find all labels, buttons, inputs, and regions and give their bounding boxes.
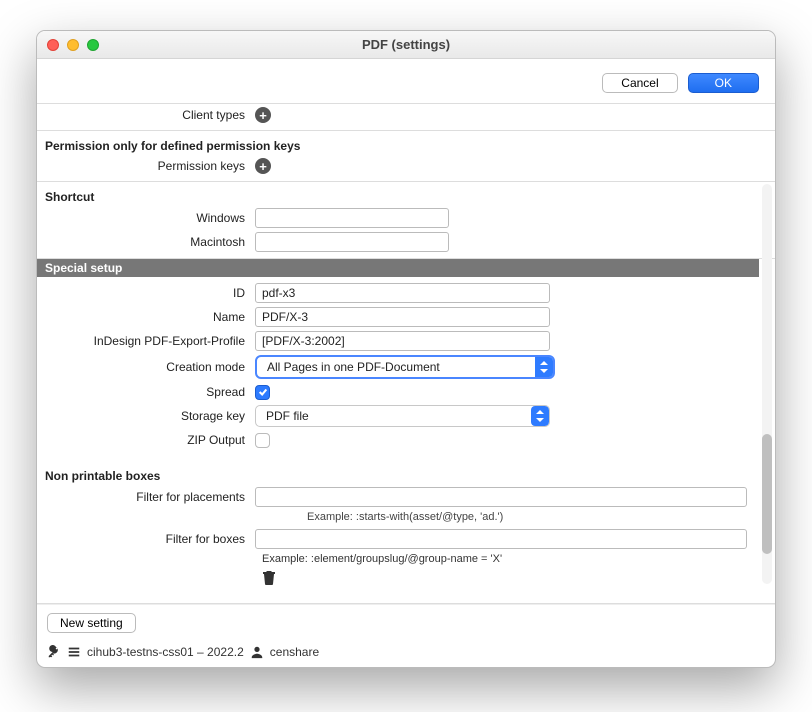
- storage-value: PDF file: [256, 409, 531, 423]
- add-perm-key-icon[interactable]: +: [255, 158, 271, 174]
- status-server: cihub3-testns-css01 – 2022.2: [87, 645, 244, 659]
- window: PDF (settings) Cancel OK Client types + …: [36, 30, 776, 668]
- user-icon: [250, 645, 264, 659]
- nonprint-title: Non printable boxes: [37, 465, 775, 485]
- zip-checkbox[interactable]: [255, 433, 270, 448]
- creation-mode-label: Creation mode: [37, 360, 255, 374]
- name-label: Name: [37, 310, 255, 324]
- filter-boxes-label: Filter for boxes: [37, 532, 255, 546]
- windows-input[interactable]: [255, 208, 449, 228]
- ok-button[interactable]: OK: [688, 73, 759, 93]
- filter-placements-label: Filter for placements: [37, 490, 255, 504]
- status-user: censhare: [270, 645, 319, 659]
- filter-placements-input[interactable]: [255, 487, 747, 507]
- chevron-updown-icon: [531, 406, 549, 426]
- filter-placements-example: Example: :starts-with(asset/@type, 'ad.'…: [37, 509, 775, 523]
- profile-input[interactable]: [255, 331, 550, 351]
- shortcut-title: Shortcut: [37, 186, 775, 206]
- spread-label: Spread: [37, 385, 255, 399]
- scrollbar-thumb[interactable]: [762, 434, 772, 554]
- windows-label: Windows: [37, 211, 255, 225]
- mac-label: Macintosh: [37, 235, 255, 249]
- zip-label: ZIP Output: [37, 433, 255, 447]
- window-title: PDF (settings): [37, 37, 775, 52]
- creation-mode-select[interactable]: All Pages in one PDF-Document: [255, 355, 555, 379]
- client-types-label: Client types: [37, 108, 255, 122]
- chevron-updown-icon: [535, 357, 553, 377]
- delete-icon[interactable]: [262, 569, 775, 588]
- special-setup-band: Special setup: [37, 259, 759, 277]
- cancel-button[interactable]: Cancel: [602, 73, 677, 93]
- scrollbar[interactable]: [762, 184, 772, 584]
- add-client-type-icon[interactable]: +: [255, 107, 271, 123]
- footer: New setting: [37, 604, 775, 641]
- id-label: ID: [37, 286, 255, 300]
- creation-mode-value: All Pages in one PDF-Document: [257, 360, 535, 374]
- storage-label: Storage key: [37, 409, 255, 423]
- new-setting-button[interactable]: New setting: [47, 613, 136, 633]
- perm-keys-label: Permission keys: [37, 159, 255, 173]
- header-buttons: Cancel OK: [37, 59, 775, 104]
- key-icon: [47, 645, 61, 659]
- perm-keys-title: Permission only for defined permission k…: [37, 135, 775, 155]
- spread-checkbox[interactable]: [255, 385, 270, 400]
- storage-select[interactable]: PDF file: [255, 405, 550, 427]
- id-input[interactable]: [255, 283, 550, 303]
- profile-label: InDesign PDF-Export-Profile: [37, 334, 255, 348]
- filter-boxes-input[interactable]: [255, 529, 747, 549]
- scroll-area: Client types + Permission only for defin…: [37, 104, 775, 604]
- mac-input[interactable]: [255, 232, 449, 252]
- name-input[interactable]: [255, 307, 550, 327]
- filter-boxes-example: Example: :element/groupslug/@group-name …: [37, 551, 775, 565]
- titlebar: PDF (settings): [37, 31, 775, 59]
- network-icon: [67, 645, 81, 659]
- status-bar: cihub3-testns-css01 – 2022.2 censhare: [37, 641, 775, 667]
